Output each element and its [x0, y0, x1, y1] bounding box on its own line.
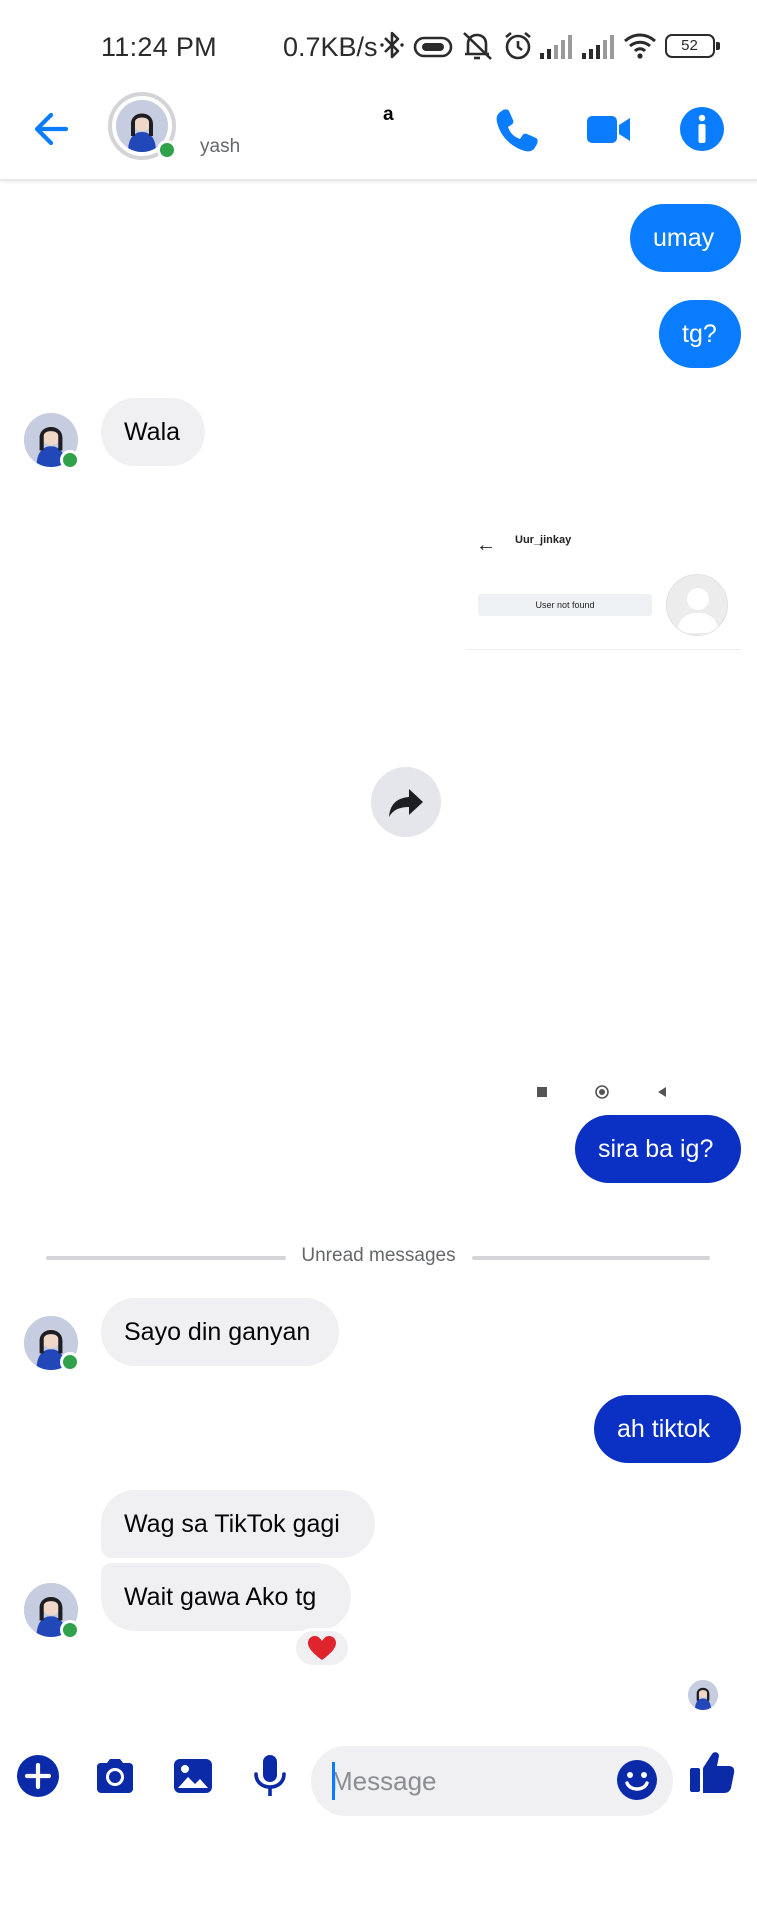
camera-icon[interactable] — [91, 1752, 139, 1800]
online-status-dot — [60, 1352, 80, 1372]
message-bubble-outgoing[interactable]: sira ba ig? — [575, 1115, 741, 1183]
screenshot-notice-text: User not found — [535, 600, 595, 610]
signal-icon — [540, 35, 572, 59]
bluetooth-icon — [380, 31, 404, 59]
battery-icon: 52 — [665, 34, 720, 58]
message-text: Wag sa TikTok gagi — [124, 1510, 340, 1538]
online-status-dot — [60, 1620, 80, 1640]
back-arrow-icon[interactable] — [30, 106, 76, 152]
message-bubble-incoming[interactable]: Wag sa TikTok gagi — [101, 1490, 375, 1558]
phone-icon[interactable] — [492, 104, 542, 154]
screenshot-recents-icon — [537, 1087, 547, 1097]
video-camera-icon[interactable] — [584, 104, 634, 154]
alarm-icon — [505, 31, 531, 60]
message-text: Sayo din ganyan — [124, 1318, 311, 1346]
text-caret — [332, 1762, 335, 1800]
message-text: tg? — [682, 320, 717, 348]
contact-subtitle: yash — [200, 136, 241, 157]
heart-icon — [308, 1636, 336, 1660]
battery-level: 52 — [681, 37, 698, 54]
screenshot-back-arrow-icon: ← — [476, 534, 496, 556]
contact-avatar[interactable] — [108, 92, 177, 160]
forward-arrow-icon — [389, 789, 423, 817]
emoji-icon[interactable] — [615, 1758, 659, 1802]
mute-icon — [463, 32, 492, 60]
message-text: Wala — [124, 418, 181, 446]
info-icon[interactable] — [677, 104, 727, 154]
message-bubble-incoming[interactable]: Wala — [101, 398, 205, 466]
message-bubble-incoming[interactable]: Wait gawa Ako tg — [101, 1563, 351, 1631]
forward-button[interactable] — [371, 767, 441, 837]
message-bubble-outgoing[interactable]: tg? — [659, 300, 741, 368]
message-bubble-incoming[interactable]: Sayo din ganyan — [101, 1298, 339, 1366]
message-text: sira ba ig? — [598, 1135, 714, 1163]
gallery-icon[interactable] — [169, 1752, 217, 1800]
message-bubble-outgoing[interactable]: umay — [630, 204, 741, 272]
screenshot-username: Uur_jinkay — [515, 534, 572, 546]
seen-receipt-avatar — [688, 1680, 718, 1710]
screenshot-header: ← Uur_jinkay User not found — [466, 524, 740, 650]
message-bubble-outgoing[interactable]: ah tiktok — [594, 1395, 741, 1463]
screenshot-profile-placeholder-icon — [666, 574, 728, 636]
message-text: umay — [653, 224, 715, 252]
online-status-dot — [60, 450, 80, 470]
screenshot-back-icon — [658, 1087, 666, 1097]
microphone-icon[interactable] — [246, 1752, 294, 1800]
online-status-dot — [157, 140, 177, 160]
message-composer — [0, 1740, 757, 1830]
contact-name[interactable]: a — [383, 104, 394, 126]
vibrate-icon — [413, 36, 453, 58]
reaction-badge[interactable] — [293, 1628, 351, 1668]
message-text: Wait gawa Ako tg — [124, 1583, 317, 1611]
plus-icon[interactable] — [14, 1752, 62, 1800]
divider-line-right — [472, 1256, 710, 1260]
conversation-header: a yash — [0, 92, 757, 181]
signal-icon — [582, 35, 614, 59]
wifi-icon — [624, 33, 656, 59]
thumbs-up-icon[interactable] — [686, 1746, 738, 1798]
status-time: 11:24 PM — [101, 32, 217, 62]
message-text: ah tiktok — [617, 1415, 711, 1443]
shared-screenshot-image[interactable]: ← Uur_jinkay User not found — [466, 524, 740, 1099]
screenshot-not-found-label: User not found — [478, 594, 652, 616]
screenshot-home-icon — [595, 1085, 609, 1099]
network-speed: 0.7KB/s — [283, 32, 378, 62]
status-bar: 11:24 PM 0.7KB/s 52 — [0, 0, 757, 92]
